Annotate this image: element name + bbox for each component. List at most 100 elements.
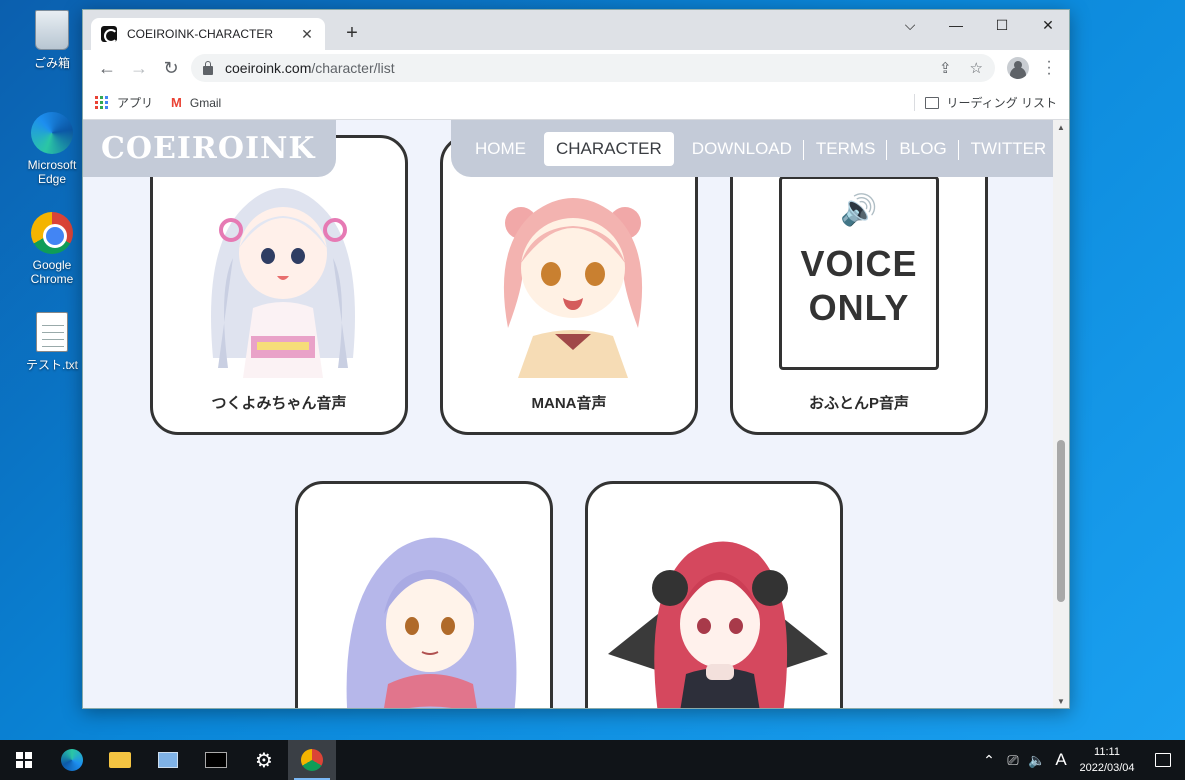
notification-icon — [1155, 753, 1171, 767]
taskbar-file-explorer[interactable] — [96, 740, 144, 780]
bookmark-apps-label: アプリ — [117, 96, 154, 110]
text-file-shortcut[interactable]: テスト.txt — [12, 312, 92, 373]
recycle-bin-shortcut[interactable]: ごみ箱 — [12, 10, 92, 71]
gmail-icon: M — [171, 95, 182, 110]
chrome-icon — [31, 212, 73, 254]
new-tab-button[interactable]: + — [341, 22, 363, 44]
start-button[interactable] — [0, 740, 48, 780]
taskbar-edge[interactable] — [48, 740, 96, 780]
edge-shortcut[interactable]: Microsoft Edge — [12, 112, 92, 186]
gear-icon: ⚙ — [255, 749, 273, 772]
chrome-icon — [301, 749, 323, 771]
site-favicon-icon — [101, 26, 118, 43]
bookmarks-bar: アプリ M Gmail リーディング リスト — [83, 86, 1069, 120]
scrollbar-thumb[interactable] — [1057, 440, 1065, 602]
menu-kebab-icon[interactable]: · · · — [1037, 54, 1061, 82]
arrow-left-icon: ← — [98, 57, 116, 78]
logo-text: COEIROINK — [101, 131, 316, 166]
reading-list-label: リーディング リスト — [946, 96, 1058, 110]
url-path: /character/list — [311, 60, 395, 76]
nav-download[interactable]: DOWNLOAD — [680, 132, 804, 166]
text-file-icon — [36, 312, 68, 352]
nav-blog[interactable]: BLOG — [886, 132, 958, 166]
clock[interactable]: 11:11 2022/03/04 — [1073, 744, 1141, 776]
tab-search-button[interactable]: ⌵ — [887, 10, 933, 40]
recycle-bin-icon — [35, 10, 69, 50]
clock-time: 11:11 — [1094, 746, 1120, 758]
terminal-icon — [205, 752, 227, 768]
character-name: MANA音声 — [531, 395, 607, 412]
desktop-icon-label: ごみ箱 — [33, 56, 70, 70]
character-card[interactable] — [295, 481, 553, 708]
reload-icon: ↻ — [163, 57, 179, 78]
character-name: つくよみちゃん音声 — [211, 395, 347, 412]
nav-home[interactable]: HOME — [463, 132, 538, 166]
url-host: coeiroink.com — [225, 60, 312, 76]
nav-terms[interactable]: TERMS — [802, 132, 888, 166]
reading-list-button[interactable]: リーディング リスト — [913, 94, 1058, 111]
profile-avatar[interactable] — [1007, 57, 1029, 79]
system-tray: ⌃ ⎚ 🔈 A 11:11 2022/03/04 — [977, 740, 1185, 780]
bookmark-star-icon[interactable]: ☆ — [970, 59, 983, 77]
taskbar: ⚙ ⌃ ⎚ 🔈 A 11:11 2022/03/04 — [0, 740, 1185, 780]
control-panel-icon — [158, 752, 178, 768]
browser-tab[interactable]: COEIROINK-CHARACTER ✕ — [91, 18, 325, 50]
character-portrait — [503, 198, 643, 378]
notification-button[interactable] — [1141, 740, 1185, 780]
voice-only-placeholder: 🔊 VOICE ONLY — [779, 176, 939, 370]
tab-close-icon[interactable]: ✕ — [299, 26, 315, 43]
character-card[interactable]: 🔊 VOICE ONLY おふとんP音声 — [730, 135, 988, 435]
voice-only-text: VOICE ONLY — [800, 243, 918, 328]
windows-logo-icon — [16, 752, 32, 768]
character-card[interactable]: つくよみちゃん音声 — [150, 135, 408, 435]
desktop-icon-label: Google Chrome — [30, 258, 74, 286]
title-bar: COEIROINK-CHARACTER ✕ + ⌵ — ☐ ✕ — [83, 10, 1069, 50]
lock-icon — [203, 60, 213, 75]
back-button[interactable]: ← — [91, 54, 123, 82]
ime-indicator[interactable]: A — [1049, 750, 1073, 770]
chevron-up-icon[interactable]: ⌃ — [977, 752, 1001, 769]
edge-icon — [31, 112, 73, 154]
nav-character[interactable]: CHARACTER — [544, 131, 674, 166]
character-name: おふとんP音声 — [808, 395, 909, 412]
address-bar[interactable]: coeiroink.com/character/list ⇪ ☆ — [191, 54, 995, 82]
taskbar-control-panel[interactable] — [144, 740, 192, 780]
page-viewport: つくよみちゃん音声 MANA音声 🔊 VOICE ONLY おふとんP音声 CO… — [83, 120, 1055, 708]
bookmark-gmail[interactable]: M Gmail — [171, 95, 221, 110]
nav-twitter[interactable]: TWITTER — [957, 132, 1055, 166]
clock-date: 2022/03/04 — [1079, 762, 1135, 774]
bookmark-apps[interactable]: アプリ — [95, 94, 153, 111]
arrow-right-icon: → — [130, 57, 148, 78]
close-window-button[interactable]: ✕ — [1025, 10, 1069, 40]
network-icon[interactable]: ⎚ — [1001, 752, 1025, 769]
taskbar-terminal[interactable] — [192, 740, 240, 780]
maximize-button[interactable]: ☐ — [979, 10, 1025, 40]
chrome-shortcut[interactable]: Google Chrome — [12, 212, 92, 286]
site-header: COEIROINK HOME CHARACTER DOWNLOAD TERMS … — [83, 120, 1055, 177]
taskbar-chrome[interactable] — [288, 740, 336, 780]
site-logo[interactable]: COEIROINK — [83, 120, 336, 177]
desktop-icon-label: Microsoft Edge — [27, 158, 77, 186]
character-portrait — [211, 188, 355, 378]
taskbar-settings[interactable]: ⚙ — [240, 740, 288, 780]
forward-button[interactable]: → — [123, 54, 155, 82]
character-portrait — [608, 541, 828, 708]
browser-toolbar: ← → ↻ coeiroink.com/character/list ⇪ ☆ ·… — [83, 50, 1069, 86]
minimize-button[interactable]: — — [933, 10, 979, 40]
character-card[interactable] — [585, 481, 843, 708]
reading-list-icon — [924, 96, 939, 109]
chrome-window: COEIROINK-CHARACTER ✕ + ⌵ — ☐ ✕ ← → ↻ co… — [82, 9, 1070, 709]
page-scrollbar[interactable]: ▲ ▼ — [1053, 120, 1069, 708]
character-portrait — [346, 537, 517, 708]
tab-title: COEIROINK-CHARACTER — [127, 27, 274, 41]
character-card[interactable]: MANA音声 — [440, 135, 698, 435]
volume-icon[interactable]: 🔈 — [1025, 752, 1049, 769]
scroll-up-icon[interactable]: ▲ — [1053, 120, 1069, 136]
apps-grid-icon — [95, 95, 109, 110]
scroll-down-icon[interactable]: ▼ — [1053, 694, 1069, 708]
share-icon[interactable]: ⇪ — [939, 59, 952, 77]
site-nav: HOME CHARACTER DOWNLOAD TERMS BLOG TWITT… — [451, 120, 1055, 177]
edge-icon — [61, 749, 83, 771]
reload-button[interactable]: ↻ — [155, 54, 187, 82]
folder-icon — [109, 752, 131, 768]
